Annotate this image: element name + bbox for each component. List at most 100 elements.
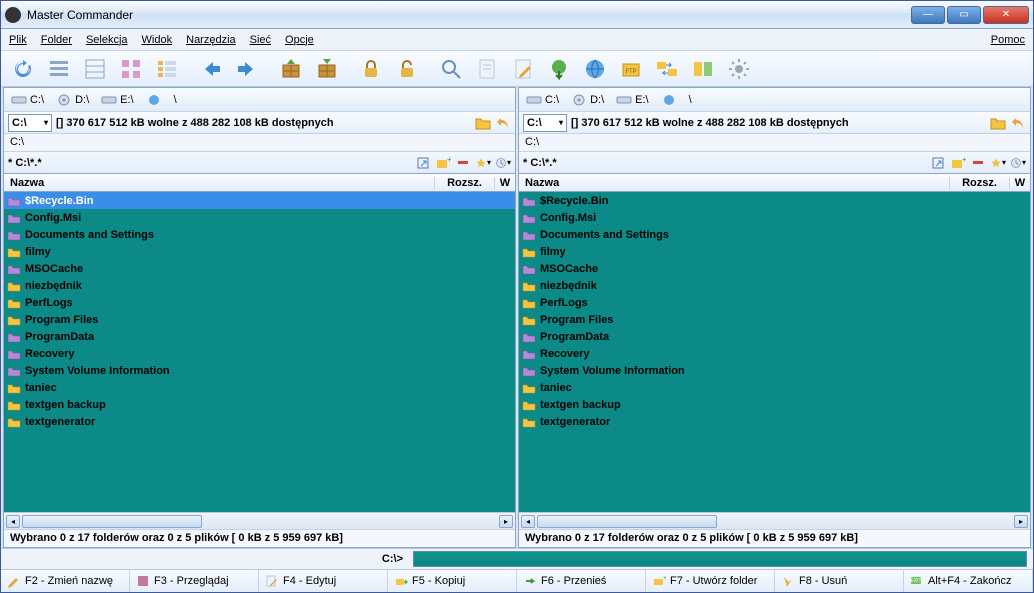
drive-c[interactable]: C:\ xyxy=(8,93,47,107)
right-file-list[interactable]: $Recycle.BinConfig.MsiDocuments and Sett… xyxy=(519,192,1030,512)
f3-view[interactable]: F3 - Przeglądaj xyxy=(130,570,259,592)
command-input[interactable] xyxy=(413,551,1027,567)
view-list-icon[interactable] xyxy=(43,54,75,84)
file-row[interactable]: System Volume Information xyxy=(519,362,1030,379)
file-row[interactable]: ProgramData xyxy=(519,328,1030,345)
favorite-star-icon[interactable]: ▾ xyxy=(990,155,1006,171)
scroll-thumb[interactable] xyxy=(537,515,717,528)
file-row[interactable]: Config.Msi xyxy=(4,209,515,226)
file-row[interactable]: ProgramData xyxy=(4,328,515,345)
scroll-right-icon[interactable]: ▸ xyxy=(499,515,513,528)
compare-icon[interactable] xyxy=(687,54,719,84)
menu-opcje[interactable]: Opcje xyxy=(285,34,314,46)
f6-move[interactable]: F6 - Przenieś xyxy=(517,570,646,592)
file-row[interactable]: MSOCache xyxy=(519,260,1030,277)
file-row[interactable]: taniec xyxy=(519,379,1030,396)
file-row[interactable]: filmy xyxy=(4,243,515,260)
file-row[interactable]: textgen backup xyxy=(4,396,515,413)
file-row[interactable]: textgenerator xyxy=(519,413,1030,430)
file-row[interactable]: niezbędnik xyxy=(519,277,1030,294)
back-arrow-icon[interactable] xyxy=(195,54,227,84)
menu-plik[interactable]: Plik xyxy=(9,34,27,46)
file-row[interactable]: niezbędnik xyxy=(4,277,515,294)
file-row[interactable]: Recovery xyxy=(4,345,515,362)
drive-c[interactable]: C:\ xyxy=(523,93,562,107)
new-folder-icon[interactable]: + xyxy=(435,155,451,171)
file-row[interactable]: $Recycle.Bin xyxy=(4,192,515,209)
goto-icon[interactable] xyxy=(930,155,946,171)
menu-folder[interactable]: Folder xyxy=(41,34,72,46)
globe-download-icon[interactable] xyxy=(543,54,575,84)
col-ext[interactable]: Rozsz. xyxy=(950,177,1010,189)
more-drives-icon[interactable]: \ xyxy=(171,93,180,107)
view-details-icon[interactable] xyxy=(79,54,111,84)
file-row[interactable]: MSOCache xyxy=(4,260,515,277)
right-cwd[interactable]: C:\ xyxy=(519,134,1030,152)
drive-e[interactable]: E:\ xyxy=(98,93,136,107)
close-button[interactable]: ✕ xyxy=(983,6,1029,24)
view-icons-icon[interactable] xyxy=(115,54,147,84)
f5-copy[interactable]: F5 - Kopiuj xyxy=(388,570,517,592)
menu-selekcja[interactable]: Selekcja xyxy=(86,34,128,46)
pack-icon[interactable] xyxy=(275,54,307,84)
f4-edit[interactable]: F4 - Edytuj xyxy=(259,570,388,592)
left-cwd[interactable]: C:\ xyxy=(4,134,515,152)
f8-delete[interactable]: F8 - Usuń xyxy=(775,570,904,592)
goto-icon[interactable] xyxy=(415,155,431,171)
file-row[interactable]: System Volume Information xyxy=(4,362,515,379)
left-list-header[interactable]: Nazwa Rozsz. W xyxy=(4,174,515,192)
file-row[interactable]: PerfLogs xyxy=(4,294,515,311)
col-w[interactable]: W xyxy=(1010,177,1030,189)
file-row[interactable]: Config.Msi xyxy=(519,209,1030,226)
undo-icon[interactable] xyxy=(495,115,511,131)
view-tiles-icon[interactable] xyxy=(151,54,183,84)
scroll-right-icon[interactable]: ▸ xyxy=(1014,515,1028,528)
file-row[interactable]: Documents and Settings xyxy=(519,226,1030,243)
network-drive-icon[interactable] xyxy=(143,93,165,107)
right-list-header[interactable]: Nazwa Rozsz. W xyxy=(519,174,1030,192)
drive-d[interactable]: D:\ xyxy=(568,93,607,107)
f7-mkdir[interactable]: +F7 - Utwórz folder xyxy=(646,570,775,592)
folder-open-icon[interactable] xyxy=(475,115,491,131)
right-scrollbar[interactable]: ◂ ▸ xyxy=(519,512,1030,529)
menu-narzedzia[interactable]: Narzędzia xyxy=(186,34,236,46)
left-file-list[interactable]: $Recycle.BinConfig.MsiDocuments and Sett… xyxy=(4,192,515,512)
file-row[interactable]: textgenerator xyxy=(4,413,515,430)
unpack-icon[interactable] xyxy=(311,54,343,84)
unlock-icon[interactable] xyxy=(391,54,423,84)
menu-pomoc[interactable]: Pomoc xyxy=(991,34,1025,46)
col-w[interactable]: W xyxy=(495,177,515,189)
settings-gear-icon[interactable] xyxy=(723,54,755,84)
new-folder-icon[interactable]: + xyxy=(950,155,966,171)
file-row[interactable]: Program Files xyxy=(519,311,1030,328)
drive-e[interactable]: E:\ xyxy=(613,93,651,107)
file-row[interactable]: $Recycle.Bin xyxy=(519,192,1030,209)
more-drives-icon[interactable]: \ xyxy=(686,93,695,107)
ftp-icon[interactable]: FTP xyxy=(615,54,647,84)
left-drive-combo[interactable]: C:\▾ xyxy=(8,114,52,132)
scroll-left-icon[interactable]: ◂ xyxy=(6,515,20,528)
globe-icon[interactable] xyxy=(579,54,611,84)
file-row[interactable]: filmy xyxy=(519,243,1030,260)
favorite-star-icon[interactable]: ▾ xyxy=(475,155,491,171)
file-row[interactable]: PerfLogs xyxy=(519,294,1030,311)
menu-widok[interactable]: Widok xyxy=(142,34,173,46)
col-name[interactable]: Nazwa xyxy=(519,177,950,189)
altf4-exit[interactable]: EXITAlt+F4 - Zakończ xyxy=(904,570,1033,592)
sync-folders-icon[interactable] xyxy=(651,54,683,84)
left-scrollbar[interactable]: ◂ ▸ xyxy=(4,512,515,529)
folder-open-icon[interactable] xyxy=(990,115,1006,131)
minimize-button[interactable]: — xyxy=(911,6,945,24)
menu-siec[interactable]: Sieć xyxy=(250,34,271,46)
file-row[interactable]: Program Files xyxy=(4,311,515,328)
delete-icon[interactable] xyxy=(455,155,471,171)
search-icon[interactable] xyxy=(435,54,467,84)
refresh-icon[interactable] xyxy=(7,54,39,84)
file-row[interactable]: Documents and Settings xyxy=(4,226,515,243)
undo-icon[interactable] xyxy=(1010,115,1026,131)
right-drive-combo[interactable]: C:\▾ xyxy=(523,114,567,132)
lock-icon[interactable] xyxy=(355,54,387,84)
file-row[interactable]: Recovery xyxy=(519,345,1030,362)
scroll-left-icon[interactable]: ◂ xyxy=(521,515,535,528)
col-ext[interactable]: Rozsz. xyxy=(435,177,495,189)
